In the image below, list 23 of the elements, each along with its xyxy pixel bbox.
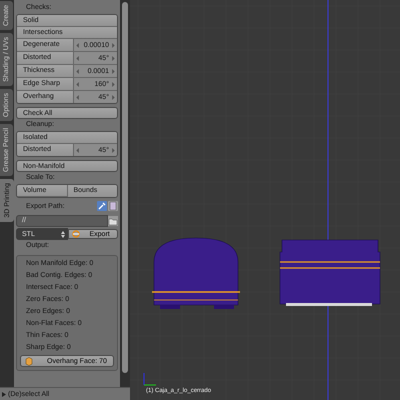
file-icon[interactable] bbox=[108, 201, 118, 211]
folder-icon[interactable] bbox=[108, 216, 118, 226]
triangle-right-icon[interactable] bbox=[2, 392, 6, 396]
left-arrow-icon[interactable] bbox=[76, 42, 80, 48]
cube-icon bbox=[25, 356, 33, 366]
left-arrow-icon[interactable] bbox=[76, 82, 80, 86]
box-model-drawing[interactable] bbox=[152, 238, 240, 309]
box-model-drawing[interactable] bbox=[279, 240, 381, 306]
right-arrow-icon[interactable] bbox=[111, 82, 115, 86]
left-arrow-icon[interactable] bbox=[76, 56, 80, 60]
right-arrow-icon[interactable] bbox=[111, 148, 115, 152]
left-arrow-icon[interactable] bbox=[76, 94, 80, 100]
left-arrow-icon[interactable] bbox=[76, 148, 80, 152]
export-icon bbox=[72, 230, 80, 238]
axis-gizmo-icon bbox=[144, 372, 156, 386]
right-arrow-icon[interactable] bbox=[111, 68, 115, 74]
scrollbar[interactable] bbox=[122, 2, 128, 373]
right-arrow-icon[interactable] bbox=[111, 42, 115, 48]
right-arrow-icon[interactable] bbox=[111, 94, 115, 100]
eyedropper-icon[interactable] bbox=[97, 201, 107, 211]
left-arrow-icon[interactable] bbox=[76, 68, 80, 74]
updown-icon bbox=[60, 230, 64, 238]
right-arrow-icon[interactable] bbox=[111, 56, 115, 60]
